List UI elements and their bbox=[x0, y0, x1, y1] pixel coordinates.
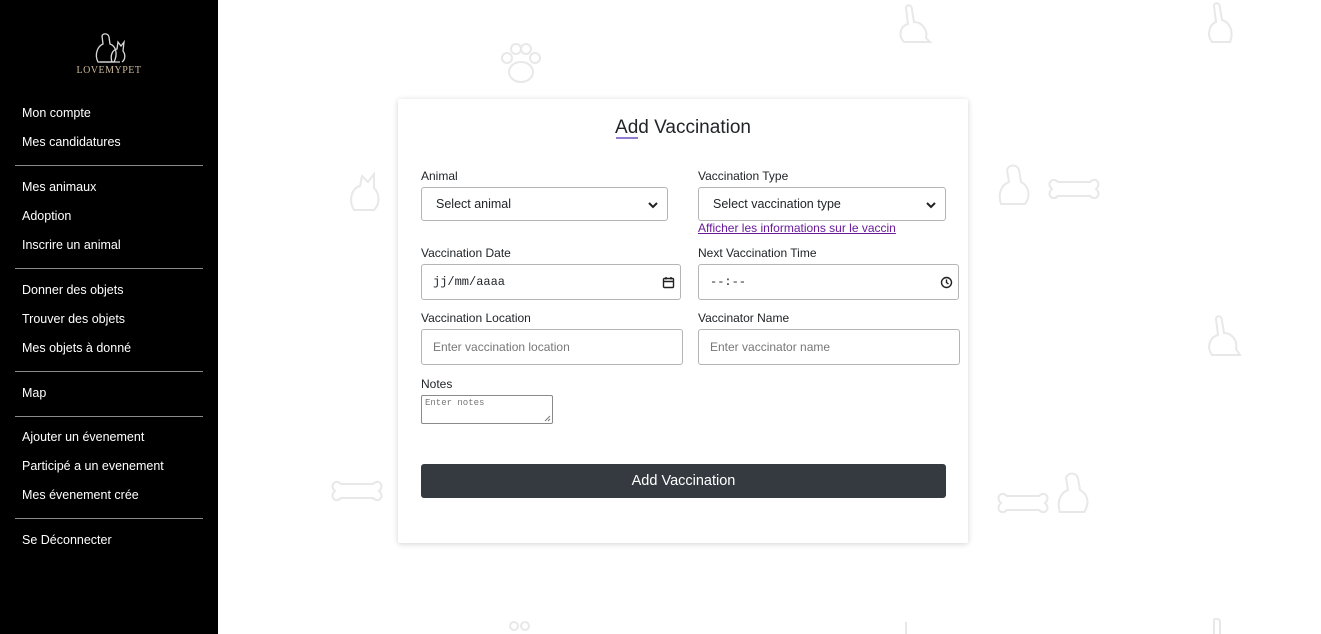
vaccination-location-input[interactable]: Enter vaccination location bbox=[421, 329, 683, 365]
rabbit-icon bbox=[1208, 2, 1233, 43]
vaccination-location-label: Vaccination Location bbox=[421, 311, 531, 325]
rabbit-icon bbox=[1208, 315, 1242, 356]
paw-icon bbox=[509, 621, 530, 631]
rabbit-icon bbox=[1213, 618, 1221, 634]
vaccinator-name-label: Vaccinator Name bbox=[698, 311, 790, 325]
vaccination-date-placeholder: jj/mm/aaaa bbox=[433, 275, 506, 289]
next-vaccination-time-placeholder: --:-- bbox=[710, 275, 747, 289]
vaccine-info-link[interactable]: Afficher les informations sur le vaccin bbox=[698, 221, 896, 235]
vaccination-type-select[interactable]: Select vaccination type bbox=[698, 187, 946, 221]
rabbit-icon bbox=[905, 622, 907, 634]
nav-mes-objets[interactable]: Mes objets à donné bbox=[22, 341, 131, 355]
vaccination-type-label: Vaccination Type bbox=[698, 169, 789, 183]
nav-mes-evenements[interactable]: Mes évenement crée bbox=[22, 488, 139, 502]
resize-handle-icon[interactable] bbox=[544, 415, 551, 422]
calendar-icon[interactable] bbox=[662, 276, 675, 289]
nav-mon-compte[interactable]: Mon compte bbox=[22, 106, 91, 120]
nav-ajouter-evenement[interactable]: Ajouter un évenement bbox=[22, 430, 144, 444]
chevron-down-icon bbox=[926, 202, 936, 209]
spellcheck-underline bbox=[616, 137, 638, 139]
next-vaccination-time-label: Next Vaccination Time bbox=[698, 246, 817, 260]
next-vaccination-time-input[interactable]: --:-- bbox=[698, 264, 959, 300]
add-vaccination-button[interactable]: Add Vaccination bbox=[421, 464, 946, 498]
animal-label: Animal bbox=[421, 169, 458, 183]
nav-adoption[interactable]: Adoption bbox=[22, 209, 71, 223]
logo-text: LOVEMYPET bbox=[76, 65, 142, 76]
dog-icon bbox=[998, 164, 1030, 205]
add-vaccination-form: Add Vaccination Animal Select animal Vac… bbox=[398, 99, 968, 543]
vaccination-date-input[interactable]: jj/mm/aaaa bbox=[421, 264, 681, 300]
clock-icon[interactable] bbox=[940, 276, 953, 289]
logo[interactable]: LOVEMYPET bbox=[72, 32, 146, 82]
nav-divider bbox=[15, 518, 203, 519]
animal-select-value: Select animal bbox=[436, 197, 512, 211]
notes-textarea[interactable]: Enter notes bbox=[421, 395, 553, 424]
nav-divider bbox=[15, 268, 203, 269]
vaccinator-name-placeholder: Enter vaccinator name bbox=[710, 340, 831, 354]
vaccination-type-select-value: Select vaccination type bbox=[713, 197, 841, 211]
vaccinator-name-input[interactable]: Enter vaccinator name bbox=[698, 329, 960, 365]
vaccination-date-label: Vaccination Date bbox=[421, 246, 511, 260]
dog-icon bbox=[1057, 472, 1089, 513]
dog-cat-logo-icon bbox=[95, 33, 126, 63]
chevron-down-icon bbox=[648, 202, 658, 209]
cat-icon bbox=[350, 171, 380, 211]
animal-select[interactable]: Select animal bbox=[421, 187, 668, 221]
nav-participe-evenement[interactable]: Participé a un evenement bbox=[22, 459, 164, 473]
nav-mes-candidatures[interactable]: Mes candidatures bbox=[22, 135, 121, 149]
bone-icon bbox=[331, 480, 383, 502]
notes-placeholder: Enter notes bbox=[425, 398, 485, 408]
form-title: Add Vaccination bbox=[615, 117, 751, 138]
nav-divider bbox=[15, 416, 203, 417]
nav-trouver-objets[interactable]: Trouver des objets bbox=[22, 312, 125, 326]
sidebar: LOVEMYPET Mon compte Mes candidatures Me… bbox=[0, 0, 218, 634]
nav-mes-animaux[interactable]: Mes animaux bbox=[22, 180, 96, 194]
vaccination-location-placeholder: Enter vaccination location bbox=[433, 340, 570, 354]
nav-inscrire-animal[interactable]: Inscrire un animal bbox=[22, 238, 121, 252]
nav-map[interactable]: Map bbox=[22, 386, 46, 400]
rabbit-icon bbox=[899, 4, 933, 43]
nav-deconnecter[interactable]: Se Déconnecter bbox=[22, 533, 112, 547]
bone-icon bbox=[1048, 178, 1100, 200]
notes-label: Notes bbox=[421, 377, 453, 391]
nav-divider bbox=[15, 165, 203, 166]
nav-divider bbox=[15, 371, 203, 372]
bone-icon bbox=[997, 492, 1049, 514]
nav-donner-objets[interactable]: Donner des objets bbox=[22, 283, 123, 297]
paw-icon bbox=[501, 43, 541, 83]
